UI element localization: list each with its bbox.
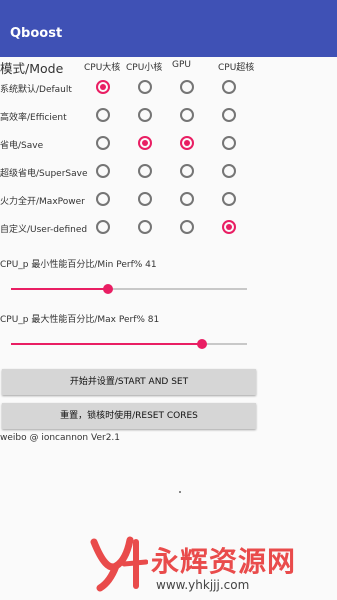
min-perf-slider-fill — [11, 288, 108, 290]
max-perf-label: CPU_p 最大性能百分比/Max Perf% 81 — [0, 315, 160, 325]
radio-efficient-cpu-little[interactable] — [138, 108, 152, 122]
min-perf-slider-thumb[interactable] — [102, 284, 113, 294]
radio-maxpower-cpu-big[interactable] — [96, 192, 110, 206]
max-perf-slider[interactable] — [11, 339, 247, 349]
radio-efficient-cpu-prime[interactable] — [222, 108, 236, 122]
min-perf-label: CPU_p 最小性能百分比/Min Perf% 41 — [0, 260, 157, 270]
radio-supersave-cpu-big[interactable] — [96, 164, 110, 178]
mode-efficient-label: 高效率/Efficient — [0, 113, 67, 123]
radio-save-cpu-little[interactable] — [138, 136, 152, 150]
radio-save-cpu-prime[interactable] — [222, 136, 236, 150]
mode-label: 模式/Mode — [0, 61, 64, 76]
credit-text: weibo @ ioncannon Ver2.1 — [0, 433, 121, 443]
watermark-logo-icon — [90, 536, 148, 592]
radio-maxpower-gpu[interactable] — [180, 192, 194, 206]
column-header-gpu: GPU — [172, 60, 191, 70]
radio-save-gpu[interactable] — [180, 136, 194, 150]
mode-maxpower-label: 火力全开/MaxPower — [0, 197, 85, 207]
max-perf-slider-thumb[interactable] — [197, 339, 208, 349]
radio-supersave-cpu-prime[interactable] — [222, 164, 236, 178]
radio-default-cpu-little[interactable] — [138, 80, 152, 94]
max-perf-slider-fill — [11, 343, 203, 345]
radio-efficient-gpu[interactable] — [180, 108, 194, 122]
radio-user-defined-cpu-little[interactable] — [138, 220, 152, 234]
radio-save-cpu-big[interactable] — [96, 136, 110, 150]
radio-user-defined-cpu-big[interactable] — [96, 220, 110, 234]
watermark-text: 永辉资源网 — [151, 545, 297, 578]
radio-supersave-gpu[interactable] — [180, 164, 194, 178]
divider-dot — [179, 491, 181, 493]
radio-user-defined-gpu[interactable] — [180, 220, 194, 234]
radio-user-defined-cpu-prime[interactable] — [222, 220, 236, 234]
radio-maxpower-cpu-prime[interactable] — [222, 192, 236, 206]
watermark: 永辉资源网 www.yhkjjj.com — [86, 536, 326, 596]
column-header-cpu-little: CPU小核 — [126, 63, 163, 73]
min-perf-slider[interactable] — [11, 284, 247, 294]
app-bar: Qboost — [0, 0, 337, 57]
radio-default-cpu-prime[interactable] — [222, 80, 236, 94]
radio-supersave-cpu-little[interactable] — [138, 164, 152, 178]
mode-supersave-label: 超级省电/SuperSave — [0, 169, 88, 179]
mode-user-defined-label: 自定义/User-defined — [0, 225, 88, 235]
radio-default-cpu-big[interactable] — [96, 80, 110, 94]
watermark-url: www.yhkjjj.com — [156, 578, 250, 592]
mode-default-label: 系统默认/Default — [0, 85, 72, 95]
radio-default-gpu[interactable] — [180, 80, 194, 94]
start-and-set-button[interactable]: 开始并设置/START AND SET — [2, 369, 256, 395]
radio-maxpower-cpu-little[interactable] — [138, 192, 152, 206]
reset-cores-button[interactable]: 重置，锁核时使用/RESET CORES — [2, 403, 256, 429]
column-header-cpu-big: CPU大核 — [84, 63, 121, 73]
mode-save-label: 省电/Save — [0, 141, 44, 151]
app-title: Qboost — [10, 26, 63, 41]
column-header-cpu-prime: CPU超核 — [218, 63, 255, 73]
radio-efficient-cpu-big[interactable] — [96, 108, 110, 122]
